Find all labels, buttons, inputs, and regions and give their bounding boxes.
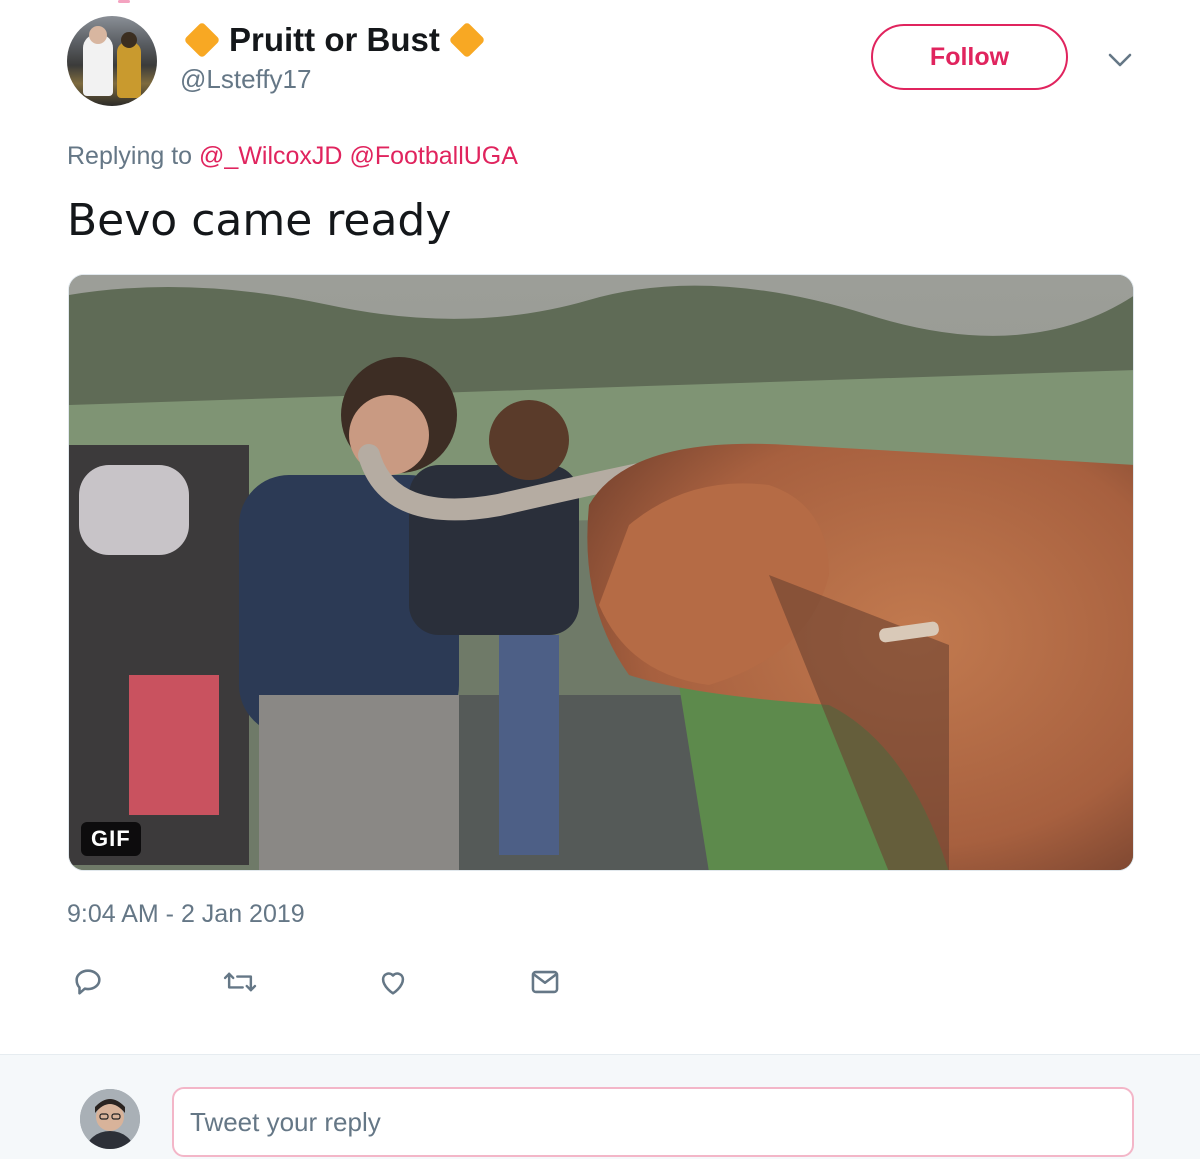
retweet-icon[interactable] <box>218 960 262 1004</box>
avatar-head-right <box>121 32 137 48</box>
author-name-row[interactable]: Pruitt or Bust <box>183 18 486 62</box>
current-user-avatar-image <box>80 1089 140 1149</box>
author-avatar[interactable] <box>67 16 157 106</box>
current-user-avatar <box>80 1089 140 1149</box>
direct-message-icon[interactable] <box>523 960 567 1004</box>
chevron-down-icon[interactable] <box>1104 46 1136 74</box>
avatar-figure-right <box>117 42 141 98</box>
tweet-text: Bevo came ready <box>67 195 452 246</box>
replying-to-label: Replying to <box>67 142 193 170</box>
author-display-name[interactable]: Pruitt or Bust <box>229 21 440 59</box>
reply-input[interactable] <box>172 1087 1134 1157</box>
author-handle[interactable]: @Lsteffy17 <box>180 64 311 95</box>
follow-button[interactable]: Follow <box>871 24 1068 90</box>
mention-link[interactable]: @_WilcoxJD <box>199 142 342 170</box>
avatar-head-left <box>89 26 107 44</box>
tweet-timestamp[interactable]: 9:04 AM - 2 Jan 2019 <box>67 900 305 929</box>
tweet-gif-media[interactable]: GIF <box>68 274 1134 871</box>
reply-icon[interactable] <box>66 960 110 1004</box>
mention-link[interactable]: @FootballUGA <box>349 142 518 170</box>
top-accent-mark <box>118 0 130 3</box>
reply-bar <box>0 1054 1200 1159</box>
orange-diamond-icon <box>183 21 221 59</box>
like-icon[interactable] <box>371 960 415 1004</box>
replying-to-line: Replying to @_WilcoxJD @FootballUGA <box>67 142 518 171</box>
tweet-actions <box>0 960 1200 1004</box>
orange-diamond-icon <box>448 21 486 59</box>
gif-badge: GIF <box>81 822 141 856</box>
gif-frame-image <box>69 275 1133 870</box>
